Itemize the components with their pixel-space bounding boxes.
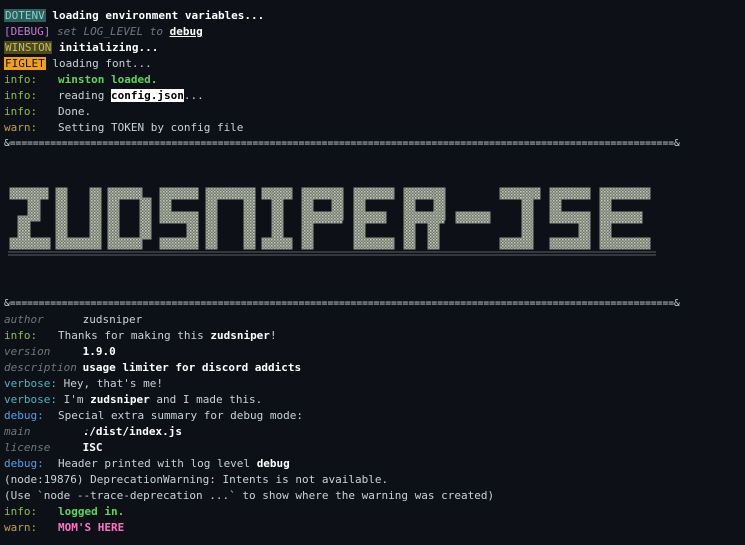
log-line-mom: warn: MOM'S HERE <box>4 520 741 536</box>
log-message: Header printed with log level <box>58 457 251 470</box>
banner-glyph <box>427 217 440 250</box>
meta-value-main: ./dist/index.js <box>82 425 182 438</box>
summary-debug-2: debug: Header printed with log level debu… <box>4 456 741 472</box>
separator-top: &=======================================… <box>4 138 680 149</box>
summary-version: version : 1.9.0 <box>4 344 741 360</box>
node-deprecation-warning: (node:19876) DeprecationWarning: Intents… <box>4 473 389 486</box>
summary-license: license : ISC <box>4 440 741 456</box>
debug-level-value: debug <box>169 25 203 38</box>
meta-value-description: usage limiter for discord addicts <box>82 361 302 374</box>
banner-glyph <box>599 187 651 200</box>
log-level-value: debug <box>256 457 290 470</box>
meta-label-version: version : <box>4 345 91 358</box>
banner-glyph <box>301 211 343 224</box>
log-level-info: info: <box>4 505 38 518</box>
log-level-verbose: verbose: <box>4 393 57 406</box>
debug-message: set LOG_LEVEL to <box>56 25 163 38</box>
log-level-info: info: <box>4 73 38 86</box>
banner-glyph <box>261 237 293 250</box>
log-message-suffix: and I made this. <box>156 393 263 406</box>
log-message: Thanks for making this <box>58 329 204 342</box>
meta-value-author: zudsniper <box>82 313 143 326</box>
banner-glyph <box>159 237 199 250</box>
log-message: MOM'S HERE <box>58 521 125 534</box>
banner-glyph <box>549 237 591 250</box>
banner-glyph <box>353 237 395 250</box>
banner-glyph <box>9 187 49 200</box>
log-level-info: info: <box>4 105 38 118</box>
log-message: Special extra summary for debug mode: <box>58 409 304 422</box>
summary-verbose-1: verbose: Hey, that's me! <box>4 376 741 392</box>
log-level-warn: warn: <box>4 521 38 534</box>
log-message: winston loaded. <box>58 73 158 86</box>
banner-art <box>8 187 656 256</box>
log-line-done: info: Done. <box>4 104 741 120</box>
log-line-dotenv: DOTENV loading environment variables... <box>4 8 741 24</box>
summary-thanks: info: Thanks for making this zudsniper! <box>4 328 741 344</box>
figlet-tag: FIGLET <box>4 57 46 70</box>
log-level-debug: debug: <box>4 409 44 422</box>
winston-tag: WINSTON <box>4 41 53 54</box>
node-deprecation-hint: (Use `node --trace-deprecation ...` to s… <box>4 489 495 502</box>
banner-glyph <box>107 237 143 250</box>
log-line-logged-in: info: logged in. <box>4 504 741 520</box>
log-message: Setting TOKEN by config file <box>58 121 244 134</box>
banner-glyph <box>455 211 491 224</box>
meta-value-version: 1.9.0 <box>82 345 116 358</box>
author-name: zudsniper <box>90 393 150 406</box>
banner-glyph <box>17 215 31 239</box>
log-message-suffix: ! <box>269 329 277 342</box>
log-level-warn: warn: <box>4 121 38 134</box>
banner-glyph <box>55 237 102 250</box>
debug-tag: [DEBUG] <box>4 25 51 38</box>
log-level-debug: debug: <box>4 457 44 470</box>
banner-glyph <box>353 211 387 224</box>
figlet-message: loading font... <box>52 57 152 70</box>
log-message: Hey, that's me! <box>63 377 163 390</box>
meta-label-description: description : <box>4 361 91 374</box>
meta-label-author: author : <box>4 313 91 326</box>
summary-main: main : ./dist/index.js <box>4 424 741 440</box>
config-filename: config.json <box>110 89 184 102</box>
summary-description: description : usage limiter for discord … <box>4 360 741 376</box>
log-level-info: info: <box>4 89 38 102</box>
log-line-winston: WINSTON initializing... <box>4 40 741 56</box>
summary-debug-1: debug: Special extra summary for debug mo… <box>4 408 741 424</box>
banner-glyph <box>599 211 643 224</box>
meta-value-license: ISC <box>82 441 103 454</box>
banner-glyph <box>9 237 51 250</box>
summary-author: author : zudsniper <box>4 312 741 328</box>
banner-glyph <box>139 197 152 240</box>
log-line-debug-level: [DEBUG] set LOG_LEVEL to debug <box>4 24 741 40</box>
banner-glyph <box>205 187 256 200</box>
log-message-ellipsis: ... <box>183 89 204 102</box>
log-line-figlet: FIGLET loading font... <box>4 56 741 72</box>
banner-glyph <box>599 237 651 250</box>
ascii-banner <box>4 152 741 296</box>
summary-verbose-2: verbose: I'm zudsniper and I made this. <box>4 392 741 408</box>
banner-glyph <box>107 187 143 200</box>
banner-glyph <box>499 187 541 200</box>
separator-bottom: &=======================================… <box>4 298 680 309</box>
dotenv-tag: DOTENV <box>4 9 46 22</box>
winston-message: initializing... <box>58 41 159 54</box>
dotenv-message: loading environment variables... <box>52 9 265 22</box>
log-line-token-warning: warn: Setting TOKEN by config file <box>4 120 741 136</box>
log-line-winston-loaded: info: winston loaded. <box>4 72 741 88</box>
log-level-verbose: verbose: <box>4 377 57 390</box>
banner-glyph <box>499 237 534 250</box>
log-message: logged in. <box>58 505 125 518</box>
terminal-output: DOTENV loading environment variables... … <box>4 8 741 536</box>
log-message: Done. <box>58 105 92 118</box>
author-name: zudsniper <box>210 329 270 342</box>
log-line-reading-config: info: reading config.json... <box>4 88 741 104</box>
log-message: I'm <box>63 393 84 406</box>
banner-glyph <box>353 187 395 200</box>
log-level-info: info: <box>4 329 38 342</box>
log-message: reading <box>58 89 105 102</box>
meta-label-license: license : <box>4 441 91 454</box>
meta-label-main: main : <box>4 425 91 438</box>
